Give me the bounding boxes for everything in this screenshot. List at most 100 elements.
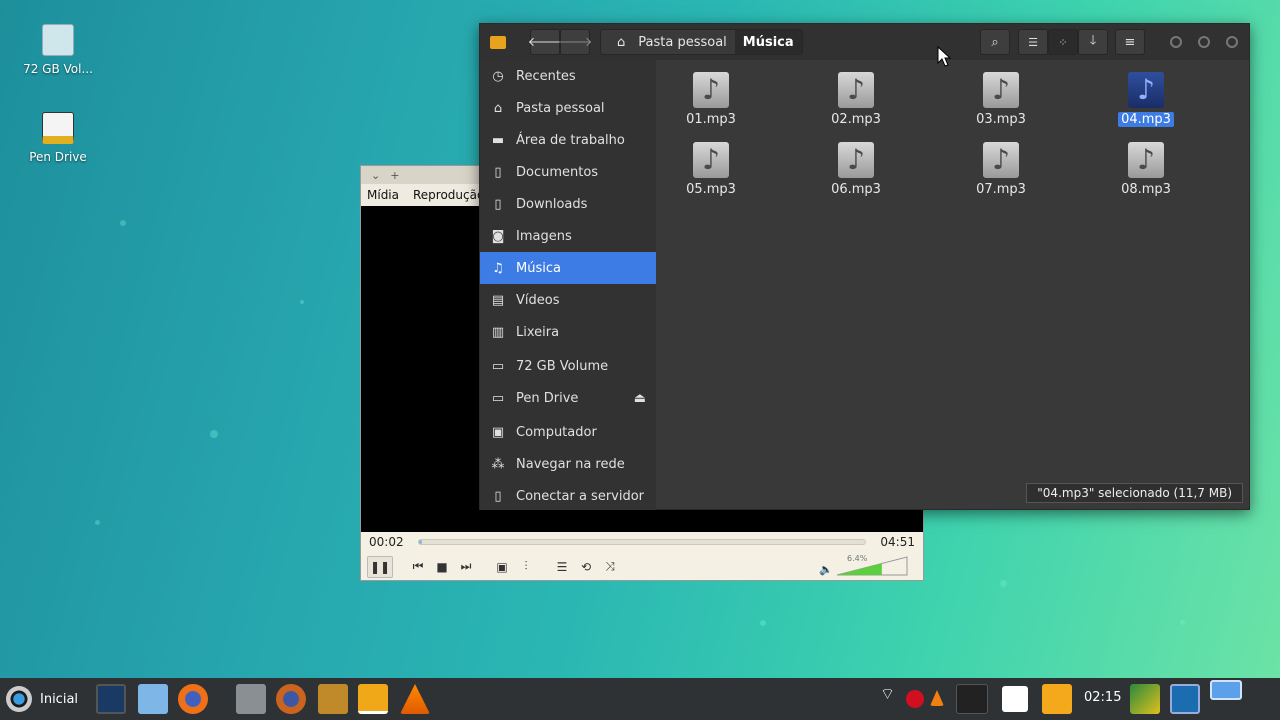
breadcrumb-home[interactable]: ⌂ Pasta pessoal [601, 30, 735, 54]
forward-button[interactable]: 🡒 [558, 29, 592, 55]
start-label: Inicial [40, 691, 79, 707]
minimize-button[interactable] [1170, 36, 1182, 48]
file-item[interactable]: ♪ 02.mp3 [811, 72, 901, 127]
eject-icon[interactable]: ⏏ [634, 391, 646, 406]
desktop-icon-volume[interactable]: 72 GB Vol... [8, 24, 108, 76]
sidebar-item[interactable]: ◙ Imagens [480, 220, 656, 252]
mouse-cursor-icon [937, 46, 951, 67]
drive-icon: ▭ [491, 358, 505, 374]
close-button[interactable] [1226, 36, 1238, 48]
workspace-icon[interactable] [1210, 680, 1242, 700]
menu-reproducao[interactable]: Reprodução [413, 188, 484, 202]
sidebar-item[interactable]: ▯ Documentos [480, 156, 656, 188]
file-item[interactable]: ♪ 03.mp3 [956, 72, 1046, 127]
camera-icon: ◙ [491, 228, 505, 244]
app-folder-icon [486, 29, 510, 55]
usb-drive-icon [42, 112, 74, 144]
next-button[interactable]: ⏭ [455, 556, 477, 578]
sidebar-item[interactable]: ▣ Computador [480, 416, 656, 448]
plus-icon[interactable]: + [390, 169, 399, 182]
network-icon: ⁂ [491, 456, 505, 472]
header-bar: 🡐 🡒 ⌂ Pasta pessoal Música ⌕ ☰ ⁘ 🡓 ≡ [480, 24, 1249, 60]
sidebar-item[interactable]: ▯ Downloads [480, 188, 656, 220]
back-button[interactable]: 🡐 [528, 29, 562, 55]
sidebar-item[interactable]: ▬ Área de trabalho [480, 124, 656, 156]
update-icon[interactable] [1130, 684, 1160, 714]
audio-file-icon: ♪ [983, 72, 1019, 108]
mixer-icon[interactable] [956, 684, 988, 714]
chevron-down-icon[interactable]: ⌄ [371, 169, 380, 182]
fullscreen-icon: ▣ [496, 559, 508, 574]
file-item[interactable]: ♪ 05.mp3 [666, 142, 756, 197]
breadcrumb-current[interactable]: Música [734, 30, 802, 54]
maximize-button[interactable] [1198, 36, 1210, 48]
menu-button[interactable]: ≡ [1115, 29, 1145, 55]
home-icon: ⌂ [493, 100, 503, 116]
seek-slider[interactable] [417, 539, 867, 545]
loop-button[interactable]: ⟲ [575, 556, 597, 578]
hamburger-icon: ≡ [1124, 34, 1136, 50]
sidebar-item-label: Imagens [516, 228, 572, 244]
file-item[interactable]: ♪ 01.mp3 [666, 72, 756, 127]
display-icon[interactable] [1170, 684, 1200, 714]
file-manager-task-icon[interactable] [318, 684, 348, 714]
sidebar-item-label: Lixeira [516, 324, 560, 340]
sidebar-item-label: Pen Drive [516, 390, 579, 406]
file-item[interactable]: ♪ 08.mp3 [1101, 142, 1191, 197]
window-icon[interactable] [236, 684, 266, 714]
sidebar-item[interactable]: ⌂ Pasta pessoal [480, 92, 656, 124]
previous-button[interactable]: ⏮ [407, 556, 429, 578]
search-button[interactable]: ⌕ [980, 29, 1010, 55]
wifi-icon[interactable]: ⌔ [880, 684, 902, 714]
sidebar-item[interactable]: ♫ Música [480, 252, 656, 284]
document-icon: ▯ [494, 164, 502, 180]
sidebar-item[interactable]: ▭ Pen Drive ⏏ [480, 382, 656, 414]
volume-slider[interactable]: 6.4% 🔈 [819, 554, 909, 577]
desktop-icon-pen-drive[interactable]: Pen Drive [8, 112, 108, 164]
playlist-icon: ☰ [556, 559, 568, 574]
pause-button[interactable]: ❚❚ [367, 555, 393, 578]
sort-button[interactable]: 🡓 [1078, 29, 1108, 55]
file-item[interactable]: ♪ 04.mp3 [1101, 72, 1191, 127]
file-name: 03.mp3 [976, 112, 1026, 127]
shuffle-button[interactable]: ⤨ [599, 556, 621, 578]
sidebar-item[interactable]: ◷ Recentes [480, 60, 656, 92]
equalizer-button[interactable]: ⫶ [515, 556, 537, 578]
sidebar-item-label: Pasta pessoal [516, 100, 605, 116]
sidebar-item-label: Vídeos [516, 292, 560, 308]
sidebar-item[interactable]: ▭ 72 GB Volume [480, 350, 656, 382]
volume-icon[interactable] [1042, 684, 1072, 714]
sidebar-item[interactable]: ▯ Conectar a servidor [480, 480, 656, 512]
show-desktop-icon[interactable] [96, 684, 126, 714]
audio-file-icon: ♪ [983, 142, 1019, 178]
desktop-icon-label: Pen Drive [29, 150, 87, 164]
file-item[interactable]: ♪ 06.mp3 [811, 142, 901, 197]
file-name: 08.mp3 [1121, 182, 1171, 197]
firefox-icon[interactable] [178, 684, 208, 714]
start-button[interactable]: Inicial [0, 686, 78, 712]
menu-midia[interactable]: Mídia [367, 188, 399, 202]
download-icon: ▯ [494, 196, 502, 212]
sidebar-item-label: Recentes [516, 68, 576, 84]
fullscreen-button[interactable]: ▣ [491, 556, 513, 578]
file-name: 06.mp3 [831, 182, 881, 197]
firefox-window-icon[interactable] [276, 684, 306, 714]
files-icon[interactable] [138, 684, 168, 714]
file-name: 05.mp3 [686, 182, 736, 197]
playlist-button[interactable]: ☰ [551, 556, 573, 578]
record-icon[interactable] [906, 690, 924, 708]
sidebar-item[interactable]: ⁂ Navegar na rede [480, 448, 656, 480]
sidebar-item[interactable]: ▥ Lixeira [480, 316, 656, 348]
sidebar-item[interactable]: ▤ Vídeos [480, 284, 656, 316]
file-name: 02.mp3 [831, 112, 881, 127]
time-elapsed: 00:02 [369, 535, 404, 549]
list-view-button[interactable]: ☰ [1018, 29, 1048, 55]
file-manager-active-task-icon[interactable] [358, 684, 388, 714]
search-icon: ⌕ [991, 34, 999, 50]
breadcrumb: ⌂ Pasta pessoal Música [600, 29, 803, 55]
arrow-down-icon: 🡓 [1089, 33, 1097, 48]
upload-icon[interactable] [1002, 686, 1028, 712]
stop-button[interactable]: ■ [431, 556, 453, 578]
grid-view-button[interactable]: ⁘ [1048, 29, 1078, 55]
file-item[interactable]: ♪ 07.mp3 [956, 142, 1046, 197]
